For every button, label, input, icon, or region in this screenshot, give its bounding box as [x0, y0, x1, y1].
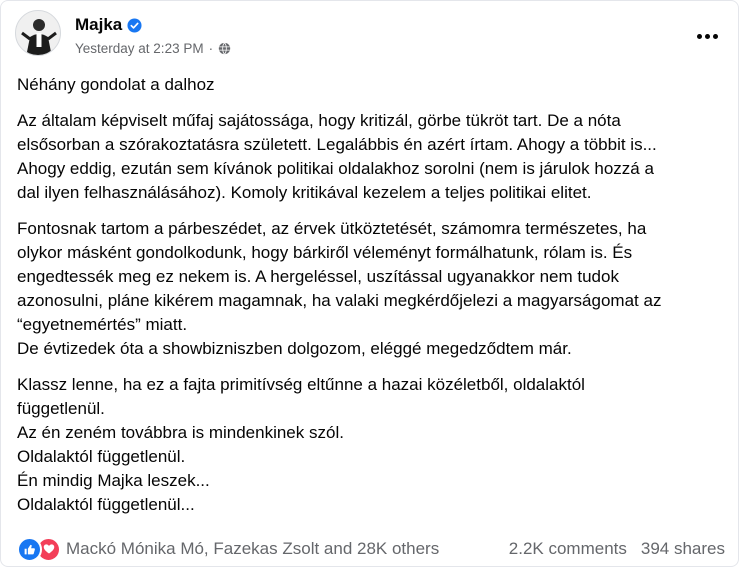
- paragraph: Az általam képviselt műfaj sajátossága, …: [17, 109, 725, 205]
- text-line: elsősorban a szórakoztatásra született. …: [17, 135, 657, 154]
- paragraph: Klassz lenne, ha ez a fajta primitívség …: [17, 373, 725, 517]
- post-body: Néhány gondolat a dalhoz Az általam képv…: [17, 73, 725, 529]
- post-meta: Yesterday at 2:23 PM ·: [75, 41, 231, 56]
- text-line: függetlenül.: [17, 399, 105, 418]
- reaction-icons[interactable]: [17, 536, 61, 562]
- paragraph: Fontosnak tartom a párbeszédet, az érvek…: [17, 217, 725, 361]
- author-name[interactable]: Majka: [75, 15, 122, 35]
- text-line: Az általam képviselt műfaj sajátossága, …: [17, 111, 621, 130]
- text-line: Az én zeném továbbra is mindenkinek szól…: [17, 423, 344, 442]
- text-line: “egyetnemértés” miatt.: [17, 315, 188, 334]
- more-options-icon[interactable]: [689, 18, 725, 54]
- text-line: Fontosnak tartom a párbeszédet, az érvek…: [17, 219, 647, 238]
- text-line: Oldalaktól függetlenül.: [17, 447, 186, 466]
- avatar[interactable]: [15, 10, 61, 56]
- like-reaction-icon: [17, 536, 42, 562]
- post-timestamp[interactable]: Yesterday at 2:23 PM: [75, 41, 204, 56]
- reactions-summary[interactable]: Mackó Mónika Mó, Fazekas Zsolt and 28K o…: [66, 539, 439, 559]
- shares-count[interactable]: 394 shares: [641, 539, 725, 559]
- text-line: Oldalaktól függetlenül...: [17, 495, 195, 514]
- text-line: Klassz lenne, ha ez a fajta primitívség …: [17, 375, 585, 394]
- text-line: Néhány gondolat a dalhoz: [17, 75, 215, 94]
- text-line: azonosulni, pláne kikérem magamnak, ha v…: [17, 291, 662, 310]
- comments-count[interactable]: 2.2K comments: [509, 539, 627, 559]
- text-line: dal ilyen felhasználásához). Komoly krit…: [17, 183, 592, 202]
- text-line: De évtizedek óta a showbizniszben dolgoz…: [17, 339, 572, 358]
- paragraph: Néhány gondolat a dalhoz: [17, 73, 725, 97]
- text-line: engedtessék meg ez nekem is. A hergeléss…: [17, 267, 619, 286]
- avatar-image: [16, 11, 60, 55]
- post-header: Majka Yesterday at 2:23 PM ·: [15, 10, 725, 64]
- text-line: olykor másként gondolkodunk, hogy bárkir…: [17, 243, 633, 262]
- meta-separator: ·: [208, 41, 214, 56]
- facebook-post: Majka Yesterday at 2:23 PM · Néhány gond…: [0, 0, 739, 567]
- text-line: Én mindig Majka leszek...: [17, 471, 210, 490]
- post-footer: Mackó Mónika Mó, Fazekas Zsolt and 28K o…: [17, 536, 725, 562]
- author-row: Majka: [75, 15, 142, 35]
- verified-badge-icon: [127, 17, 142, 33]
- text-line: Ahogy eddig, ezután sem kívánok politika…: [17, 159, 654, 178]
- globe-icon[interactable]: [218, 42, 231, 55]
